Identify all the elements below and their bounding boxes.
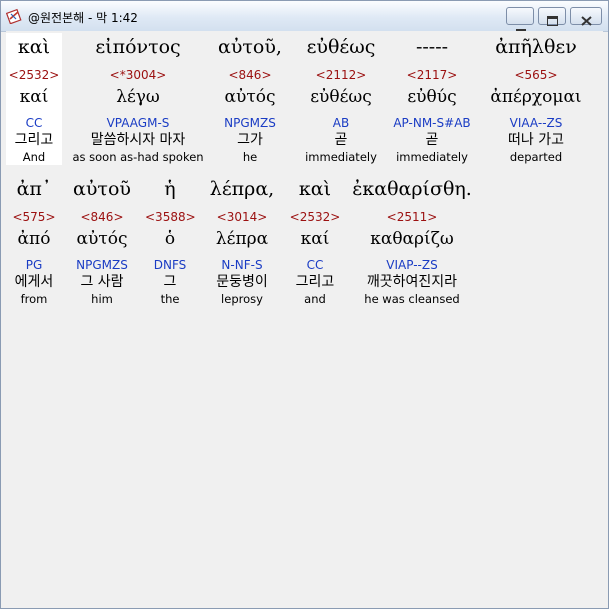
greek-word: -----: [415, 36, 449, 58]
morphology-code: PG: [25, 258, 43, 272]
english-gloss: the: [160, 292, 180, 306]
strong-number: <2117>: [406, 68, 458, 82]
word-column[interactable]: εἰπόντος <*3004> λέγω VPAAGM-S 말씀하시자 마자 …: [68, 33, 208, 165]
english-gloss: immediately: [305, 150, 377, 164]
morphology-code: NPGMZS: [224, 116, 276, 130]
english-gloss: departed: [509, 150, 563, 164]
morphology-code: NPGMZS: [76, 258, 128, 272]
korean-gloss: 에게서: [14, 274, 54, 290]
word-column[interactable]: αὐτοῦ <846> αὐτός NPGMZS 그 사람 him: [66, 175, 138, 307]
word-column[interactable]: αὐτοῦ, <846> αὐτός NPGMZS 그가 he: [214, 33, 286, 165]
korean-gloss: 곧: [334, 132, 348, 148]
korean-gloss: 그리고: [14, 132, 54, 148]
greek-word: αὐτοῦ: [73, 178, 131, 200]
english-gloss: immediately: [396, 150, 468, 164]
word-column[interactable]: εὐθέως <2112> εὐθέως AB 곧 immediately: [297, 33, 385, 165]
korean-gloss: 그 사람: [80, 274, 124, 290]
english-gloss: and: [304, 292, 326, 306]
word-column[interactable]: ἡ <3588> ὁ DNFS 그 the: [145, 175, 196, 307]
korean-gloss: 그: [163, 274, 177, 290]
strong-number: <2511>: [386, 210, 438, 224]
word-column[interactable]: καὶ <2532> καί CC 그리고 and: [287, 175, 343, 307]
lemma-word: αὐτός: [224, 87, 276, 107]
word-column[interactable]: ἐκαθαρίσθη. <2511> καθαρίζω VIAP--ZS 깨끗하…: [348, 175, 476, 307]
greek-word: εὐθέως: [306, 36, 376, 58]
korean-gloss: 말씀하시자 마자: [90, 132, 186, 148]
strong-number: <846>: [80, 210, 124, 224]
word-column[interactable]: καὶ <2532> καί CC 그리고 And: [6, 33, 62, 165]
korean-gloss: 문둥병이: [216, 274, 268, 290]
strong-number: <*3004>: [109, 68, 167, 82]
word-column[interactable]: ἀπ᾽ <575> ἀπό PG 에게서 from: [8, 175, 60, 307]
korean-gloss: 그가: [237, 132, 263, 148]
lemma-word: λέγω: [116, 87, 160, 107]
morphology-code: VIAP--ZS: [386, 258, 438, 272]
morphology-code: VPAAGM-S: [106, 116, 170, 130]
close-icon: [581, 11, 592, 30]
word-column[interactable]: ----- <2117> εὐθύς AP-NM-S#AB 곧 immediat…: [387, 33, 477, 165]
strong-number: <2532>: [8, 68, 60, 82]
korean-gloss: 떠나 가고: [508, 132, 564, 148]
maximize-icon: [547, 11, 558, 30]
strong-number: <3014>: [216, 210, 268, 224]
lemma-word: εὐθύς: [407, 87, 457, 107]
greek-word: ἡ: [164, 178, 176, 200]
english-gloss: as soon as-had spoken: [72, 150, 204, 164]
english-gloss: leprosy: [221, 292, 263, 306]
korean-gloss: 그리고: [295, 274, 335, 290]
app-window: @원전본해 - 막 1:42 καὶ <2532> καί CC 그리고 And…: [0, 0, 609, 609]
morphology-code: AP-NM-S#AB: [393, 116, 471, 130]
strong-number: <3588>: [145, 210, 196, 224]
english-gloss: from: [20, 292, 48, 306]
lemma-word: αὐτός: [76, 229, 128, 249]
greek-word: ἀπ᾽: [16, 178, 52, 200]
greek-word: εἰπόντος: [95, 36, 181, 58]
strong-number: <2112>: [315, 68, 367, 82]
greek-word: καὶ: [298, 178, 332, 200]
title-bar[interactable]: @원전본해 - 막 1:42: [1, 1, 608, 32]
english-gloss: he: [242, 150, 258, 164]
lemma-word: λέπρα: [215, 229, 269, 249]
word-column[interactable]: ἀπῆλθεν <565> ἀπέρχομαι VIAA--ZS 떠나 가고 d…: [480, 33, 592, 165]
lemma-word: ἀπέρχομαι: [490, 87, 582, 107]
morphology-code: CC: [306, 258, 324, 272]
word-column[interactable]: λέπρα, <3014> λέπρα N-NF-S 문둥병이 leprosy: [202, 175, 282, 307]
close-button[interactable]: [570, 7, 602, 26]
minimize-button[interactable]: [506, 7, 534, 32]
app-icon[interactable]: [5, 8, 22, 25]
korean-gloss: 곧: [425, 132, 439, 148]
lemma-word: καί: [300, 229, 330, 249]
korean-gloss: 깨끗하여진지라: [366, 274, 458, 290]
window-title: @원전본해 - 막 1:42: [28, 11, 138, 25]
maximize-button[interactable]: [538, 7, 566, 26]
morphology-code: DNFS: [153, 258, 187, 272]
morphology-code: N-NF-S: [221, 258, 263, 272]
morphology-code: VIAA--ZS: [509, 116, 563, 130]
greek-word: ἀπῆλθεν: [495, 36, 577, 58]
lemma-word: εὐθέως: [310, 87, 372, 107]
lemma-word: καί: [19, 87, 49, 107]
strong-number: <846>: [228, 68, 272, 82]
greek-word: αὐτοῦ,: [218, 36, 282, 58]
lemma-word: καθαρίζω: [370, 229, 454, 249]
greek-word: καὶ: [17, 36, 51, 58]
morphology-code: AB: [332, 116, 350, 130]
english-gloss: him: [91, 292, 113, 306]
lemma-word: ὁ: [164, 229, 176, 249]
greek-word: ἐκαθαρίσθη.: [352, 178, 472, 200]
english-gloss: he was cleansed: [364, 292, 460, 306]
strong-number: <565>: [514, 68, 558, 82]
morphology-code: CC: [25, 116, 43, 130]
english-gloss: And: [22, 150, 46, 164]
lemma-word: ἀπό: [17, 229, 51, 249]
strong-number: <575>: [12, 210, 56, 224]
greek-word: λέπρα,: [209, 178, 275, 200]
interlinear-panel: καὶ <2532> καί CC 그리고 And εἰπόντος <*300…: [6, 31, 603, 603]
strong-number: <2532>: [289, 210, 341, 224]
